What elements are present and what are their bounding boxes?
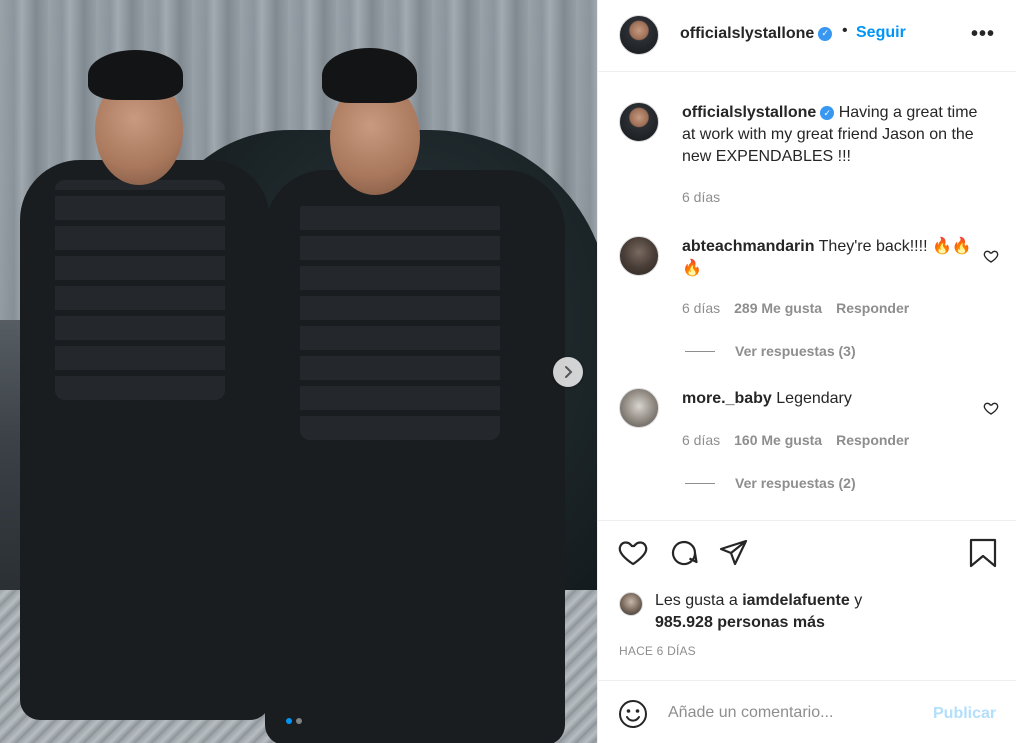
comment-meta: 6 días 289 Me gusta Responder [682, 300, 909, 316]
follow-button[interactable]: Seguir [856, 24, 906, 42]
comment-body: more._baby Legendary [682, 388, 982, 410]
reply-button[interactable]: Responder [836, 300, 909, 316]
add-comment-bar: Publicar [598, 680, 1016, 743]
post-side-panel: officialslystallone ✓ • Seguir ••• offici… [597, 0, 1016, 743]
publish-button[interactable]: Publicar [933, 705, 996, 723]
like-comment-heart-icon[interactable] [983, 400, 999, 416]
save-bookmark-icon[interactable] [967, 537, 999, 569]
more-options-button[interactable]: ••• [971, 23, 995, 46]
carousel-dots [286, 718, 302, 724]
replies-divider [685, 350, 715, 352]
header-username[interactable]: officialslystallone ✓ [680, 25, 833, 43]
likes-prefix: Les gusta a [655, 592, 738, 609]
carousel-dot-1 [286, 718, 292, 724]
carousel-next-button[interactable] [553, 357, 583, 387]
likes-others[interactable]: 985.928 personas más [655, 614, 825, 631]
comment-username[interactable]: more._baby [682, 390, 772, 407]
header-username-text[interactable]: officialslystallone [680, 25, 814, 42]
emoji-icon[interactable] [618, 699, 648, 729]
like-comment-heart-icon[interactable] [983, 248, 999, 264]
photo-beret-right [322, 48, 417, 103]
caption-meta: 6 días [682, 189, 720, 205]
avatar[interactable] [619, 15, 659, 55]
photo-vest-right [300, 200, 500, 440]
likes-middle: y [854, 592, 863, 609]
avatar[interactable] [619, 592, 643, 616]
comment-likes[interactable]: 160 Me gusta [734, 432, 822, 448]
comment-bubble-icon[interactable] [668, 537, 700, 569]
photo-beret-left [88, 50, 183, 100]
view-replies-label[interactable]: Ver respuestas (2) [735, 475, 856, 491]
comments-list[interactable]: officialslystallone ✓ Having a great time… [598, 73, 1016, 520]
verified-badge-icon: ✓ [818, 26, 833, 41]
comment-username[interactable]: abteachmandarin [682, 238, 814, 255]
avatar[interactable] [619, 102, 659, 142]
comment-meta: 6 días 160 Me gusta Responder [682, 432, 909, 448]
view-replies-label[interactable]: Ver respuestas (3) [735, 343, 856, 359]
comment-likes[interactable]: 289 Me gusta [734, 300, 822, 316]
post-header: officialslystallone ✓ • Seguir ••• [598, 0, 1016, 72]
post-timestamp[interactable]: HACE 6 DÍAS [619, 644, 696, 658]
view-replies-button[interactable]: Ver respuestas (3) [685, 343, 856, 359]
caption-body: officialslystallone ✓ Having a great time… [682, 102, 982, 168]
likes-user[interactable]: iamdelafuente [742, 592, 850, 609]
comment-text: Legendary [776, 390, 852, 407]
verified-badge-icon: ✓ [820, 105, 835, 120]
like-heart-icon[interactable] [617, 537, 649, 569]
reply-button[interactable]: Responder [836, 432, 909, 448]
caption-age[interactable]: 6 días [682, 189, 720, 205]
comment-age[interactable]: 6 días [682, 300, 720, 316]
avatar[interactable] [619, 236, 659, 276]
photo-vest-left [55, 180, 225, 400]
header-separator: • [842, 22, 848, 39]
post-photo[interactable] [0, 0, 597, 743]
comment-body: abteachmandarin They're back!!!! 🔥🔥🔥 [682, 236, 982, 280]
comment-input[interactable] [668, 697, 918, 729]
view-replies-button[interactable]: Ver respuestas (2) [685, 475, 856, 491]
replies-divider [685, 482, 715, 484]
likes-text: Les gusta a iamdelafuente y 985.928 pers… [655, 590, 955, 634]
avatar[interactable] [619, 388, 659, 428]
share-paper-plane-icon[interactable] [718, 537, 750, 569]
chevron-right-icon [565, 366, 573, 378]
carousel-dot-2 [296, 718, 302, 724]
caption-username[interactable]: officialslystallone [682, 104, 816, 121]
action-bar [598, 520, 1016, 580]
comment-age[interactable]: 6 días [682, 432, 720, 448]
